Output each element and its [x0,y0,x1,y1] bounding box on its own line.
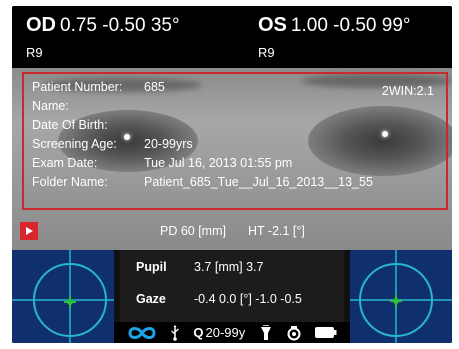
os-reliability: R9 [258,45,275,60]
od-values: 0.75 -0.50 35° [60,15,180,36]
battery-icon [315,327,337,338]
binocular-infinity-icon[interactable] [127,326,157,340]
age-range: 20-99y [205,325,246,340]
pupil-row: Pupil 3.7 [mm] 3.7 [136,260,264,274]
usb-icon [170,324,180,341]
dob-row: Date Of Birth: [32,118,108,132]
status-bar: Q 20-99y [114,322,350,343]
folder-name-row: Folder Name: Patient_685_Tue__Jul_16_2013… [32,175,373,189]
screening-age: 20-99yrs [144,137,193,151]
crosshair-icon [12,250,114,343]
pd-value: PD 60 [mm] [160,224,226,238]
flashlight-icon [259,324,273,341]
gaze-row: Gaze -0.4 0.0 [°] -1.0 -0.5 [136,292,302,306]
device-version: 2WIN:2.1 [381,84,434,98]
os-values: 1.00 -0.50 99° [290,15,411,36]
pupil-value: 3.7 [mm] 3.7 [194,260,264,274]
pd-ht-readout: PD 60 [mm] HT -2.1 [°] [160,224,305,238]
play-button[interactable] [20,222,38,240]
patient-info-panel: 2WIN:2.1 Patient Number: 685 Name: Date O… [22,72,448,210]
screening-range: Q 20-99y [193,325,245,340]
refraction-header: OD 0.75 -0.50 35° R9 OS 1.00 -0.50 99° R9 [12,6,452,68]
os-refraction: OS 1.00 -0.50 99° R9 [258,14,410,60]
od-reliability: R9 [26,45,43,60]
patient-number: 685 [144,80,165,94]
gaze-target-right-eye [12,250,114,343]
bottom-panel: Pupil 3.7 [mm] 3.7 Gaze -0.4 0.0 [°] -1.0 … [12,250,452,343]
gaze-target-left-eye [350,250,452,343]
patient-number-row: Patient Number: 685 [32,80,165,94]
measurement-readouts: Pupil 3.7 [mm] 3.7 Gaze -0.4 0.0 [°] -1.0 … [120,250,344,322]
crosshair-icon [350,250,452,343]
play-icon [26,227,33,235]
od-refraction: OD 0.75 -0.50 35° R9 [26,14,180,60]
screening-age-row: Screening Age: 20-99yrs [32,137,193,151]
q-label: Q [193,325,204,340]
folder-name: Patient_685_Tue__Jul_16_2013__13_55 [144,175,373,189]
gaze-value: -0.4 0.0 [°] -1.0 -0.5 [194,292,302,306]
exam-date-row: Exam Date: Tue Jul 16, 2013 01:55 pm [32,156,293,170]
ht-value: HT -2.1 [°] [248,224,305,238]
os-label: OS [258,14,287,36]
device-screen: OD 0.75 -0.50 35° R9 OS 1.00 -0.50 99° R9 … [12,6,452,343]
settings-camera-icon[interactable] [286,325,302,341]
od-label: OD [26,14,56,36]
name-row: Name: [32,99,69,113]
exam-date: Tue Jul 16, 2013 01:55 pm [144,156,293,170]
eye-camera-view: 2WIN:2.1 Patient Number: 685 Name: Date O… [12,68,452,250]
